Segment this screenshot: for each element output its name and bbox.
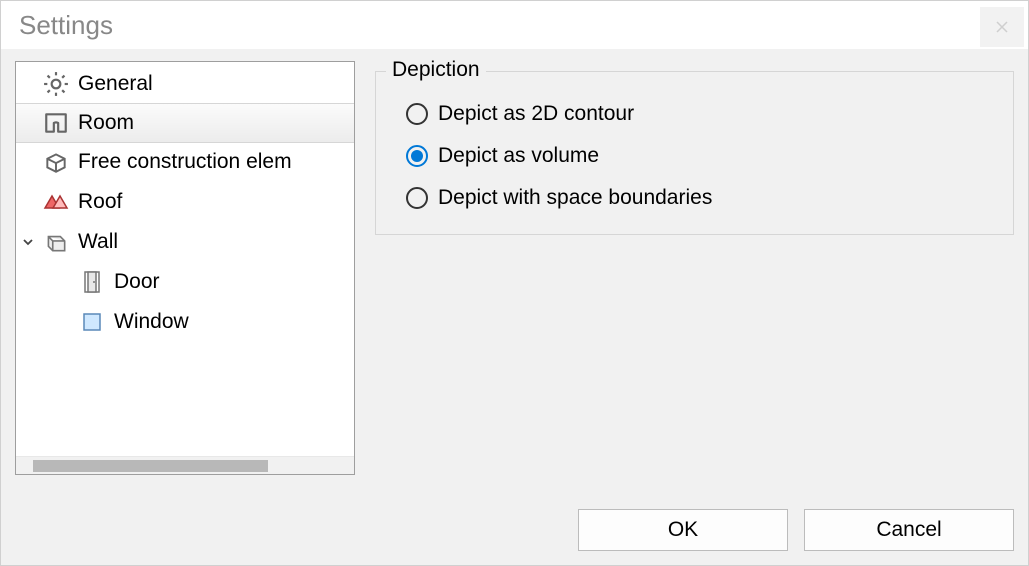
window-icon: [76, 311, 108, 333]
radio-2d-contour[interactable]: Depict as 2D contour: [406, 102, 989, 126]
tree-item-label: Free construction elem: [78, 150, 292, 174]
radio-label: Depict as 2D contour: [438, 102, 634, 126]
tree-item-label: Wall: [78, 230, 118, 254]
horizontal-scrollbar[interactable]: [16, 456, 354, 474]
radio-label: Depict as volume: [438, 144, 599, 168]
titlebar: Settings: [1, 1, 1028, 49]
tree-item-label: Door: [114, 270, 160, 294]
radio-icon-checked: [406, 145, 428, 167]
dialog-buttons: OK Cancel: [1, 497, 1028, 565]
close-icon: [996, 21, 1008, 33]
chevron-down-icon[interactable]: [16, 236, 40, 248]
tree-item-window[interactable]: Window: [16, 302, 354, 342]
radio-dot-icon: [411, 150, 423, 162]
gear-icon: [40, 71, 72, 97]
ok-button[interactable]: OK: [578, 509, 788, 551]
tree-item-roof[interactable]: Roof: [16, 182, 354, 222]
roof-icon: [40, 192, 72, 212]
radio-label: Depict with space boundaries: [438, 186, 712, 210]
tree-item-label: General: [78, 72, 153, 96]
category-tree: General Room Free construction elem: [15, 61, 355, 475]
button-label: OK: [668, 518, 698, 542]
button-label: Cancel: [876, 518, 941, 542]
tree-item-general[interactable]: General: [16, 64, 354, 104]
radio-icon: [406, 103, 428, 125]
radio-volume[interactable]: Depict as volume: [406, 144, 989, 168]
group-title: Depiction: [386, 58, 486, 82]
settings-content: Depiction Depict as 2D contour Depict as…: [375, 61, 1014, 483]
dialog-body: General Room Free construction elem: [1, 49, 1028, 497]
tree-list: General Room Free construction elem: [16, 62, 354, 456]
wall-icon: [40, 229, 72, 255]
depiction-group: Depiction Depict as 2D contour Depict as…: [375, 71, 1014, 235]
tree-item-label: Room: [78, 111, 134, 135]
tree-item-door[interactable]: Door: [16, 262, 354, 302]
settings-dialog: Settings General: [0, 0, 1029, 566]
radio-icon: [406, 187, 428, 209]
tree-item-wall[interactable]: Wall: [16, 222, 354, 262]
room-icon: [40, 110, 72, 136]
close-button[interactable]: [980, 7, 1024, 47]
tree-item-free-construction[interactable]: Free construction elem: [16, 142, 354, 182]
window-title: Settings: [19, 10, 113, 41]
tree-item-label: Roof: [78, 190, 122, 214]
cancel-button[interactable]: Cancel: [804, 509, 1014, 551]
door-icon: [76, 269, 108, 295]
scroll-thumb[interactable]: [33, 460, 268, 472]
depiction-radios: Depict as 2D contour Depict as volume De…: [400, 96, 989, 210]
radio-space-boundaries[interactable]: Depict with space boundaries: [406, 186, 989, 210]
cube-icon: [40, 149, 72, 175]
tree-item-label: Window: [114, 310, 189, 334]
tree-item-room[interactable]: Room: [16, 103, 354, 143]
